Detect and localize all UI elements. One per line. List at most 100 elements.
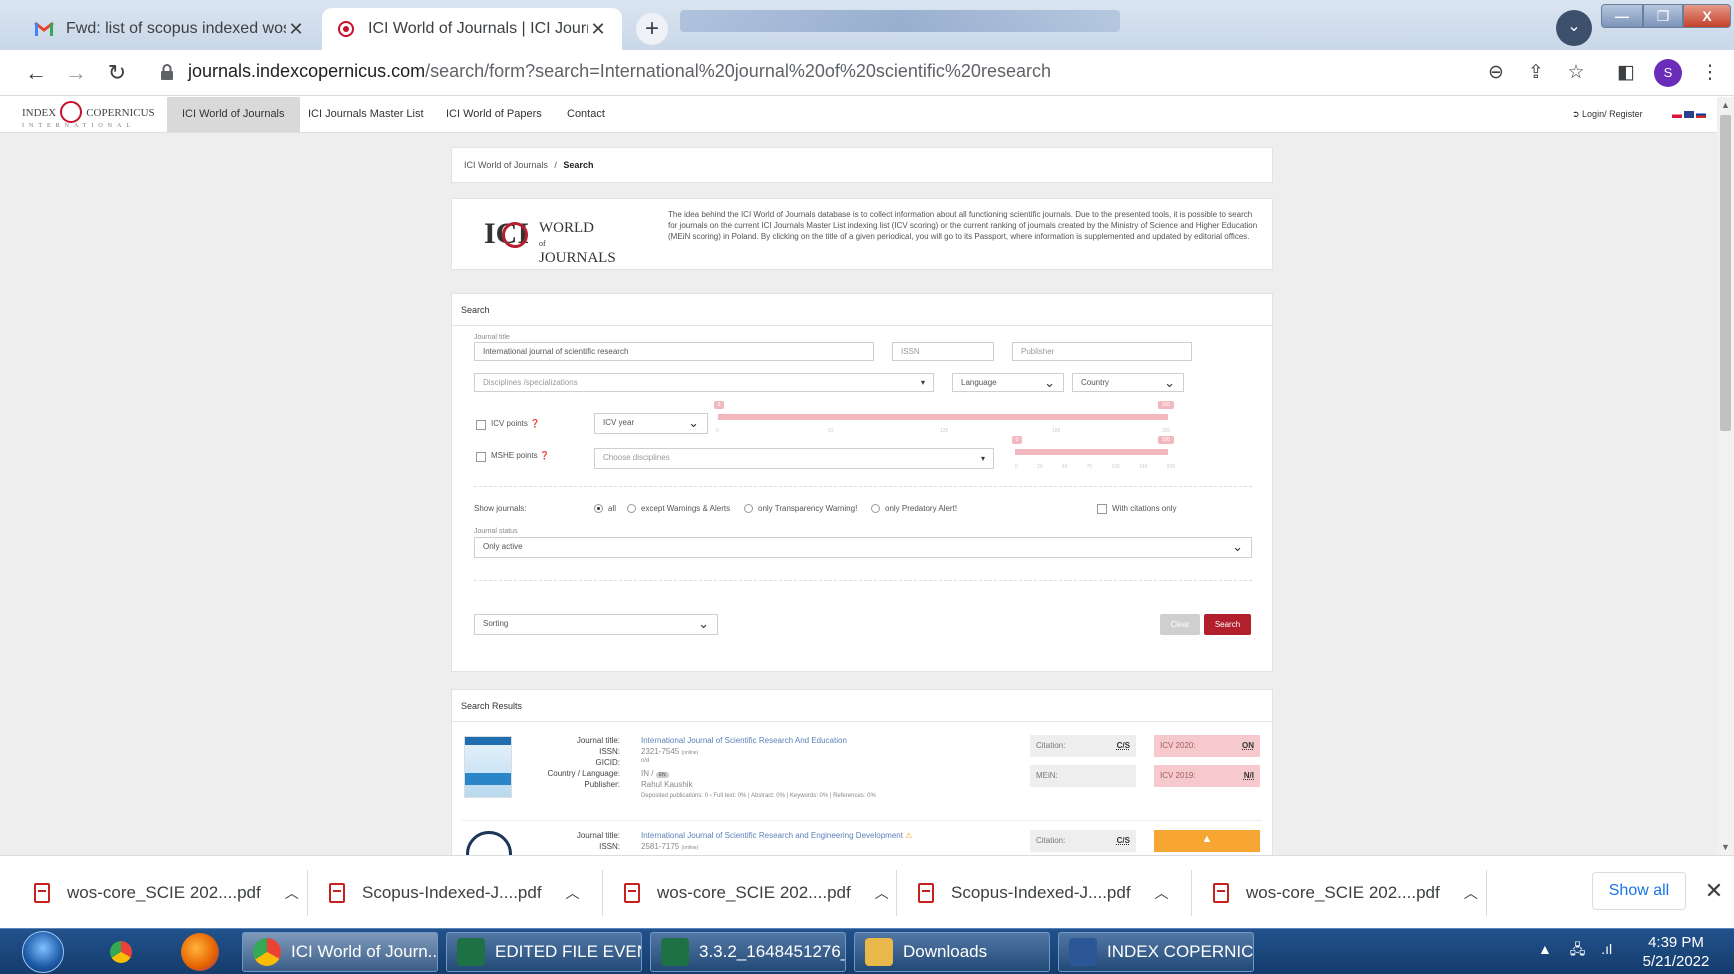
result-label: ISSN: bbox=[599, 747, 620, 756]
publisher-input[interactable]: Publisher bbox=[1012, 342, 1192, 361]
clear-button[interactable]: Clear bbox=[1160, 614, 1200, 635]
forward-icon[interactable]: → bbox=[62, 59, 90, 87]
icv-slider-min-handle[interactable]: 0 bbox=[714, 401, 724, 409]
language-flags[interactable] bbox=[1672, 111, 1708, 119]
taskbar-window-excel-1[interactable]: EDITED FILE EVEN... bbox=[446, 932, 642, 972]
signal-icon[interactable]: .ıl bbox=[1601, 941, 1612, 957]
mshe-points-slider[interactable] bbox=[1015, 449, 1168, 455]
disciplines-select[interactable]: Disciplines /specializations ▾ bbox=[474, 373, 934, 392]
download-item[interactable]: Scopus-Indexed-J....pdf ︿ bbox=[918, 878, 1169, 908]
taskbar-window-chrome[interactable]: ICI World of Journ... bbox=[242, 932, 438, 972]
windows-start-button[interactable] bbox=[22, 931, 64, 973]
chevron-up-icon[interactable]: ︿ bbox=[1155, 883, 1169, 903]
scroll-up-icon[interactable]: ▲ bbox=[1717, 97, 1734, 113]
language-select[interactable]: Language ⌄ bbox=[952, 373, 1064, 392]
journal-logo-image[interactable] bbox=[466, 831, 512, 855]
maximize-button[interactable]: ❐ bbox=[1643, 4, 1683, 28]
download-item[interactable]: wos-core_SCIE 202....pdf ︿ bbox=[624, 878, 889, 908]
issn-input[interactable]: ISSN bbox=[892, 342, 994, 361]
alert-badge[interactable]: ▲ bbox=[1154, 830, 1260, 852]
with-citations-checkbox[interactable] bbox=[1097, 504, 1107, 514]
site-navbar: INDEX COPERNICUS INTERNATIONAL ICI World … bbox=[0, 97, 1717, 133]
download-item[interactable]: wos-core_SCIE 202....pdf ︿ bbox=[34, 878, 299, 908]
mshe-points-checkbox[interactable] bbox=[476, 452, 486, 462]
close-window-button[interactable]: X bbox=[1683, 4, 1731, 28]
sorting-select[interactable]: Sorting ⌄ bbox=[474, 614, 718, 635]
only-predatory-radio[interactable] bbox=[871, 504, 880, 513]
search-button[interactable]: Search bbox=[1204, 614, 1251, 635]
scrollbar-thumb[interactable] bbox=[1720, 115, 1731, 431]
login-icon: ➲ bbox=[1572, 109, 1583, 119]
scroll-down-icon[interactable]: ▼ bbox=[1717, 839, 1734, 855]
nav-ici-world-of-journals[interactable]: ICI World of Journals bbox=[167, 97, 300, 132]
journal-title-label: Journal title bbox=[474, 334, 510, 341]
side-panel-icon[interactable]: ◧ bbox=[1614, 61, 1638, 85]
nav-ici-journals-master-list[interactable]: ICI Journals Master List bbox=[293, 97, 439, 132]
back-icon[interactable]: ← bbox=[22, 59, 50, 87]
tab-search-icon[interactable]: ⌄ bbox=[1556, 10, 1592, 46]
country-select[interactable]: Country ⌄ bbox=[1072, 373, 1184, 392]
publisher-value: Rahul Kaushik bbox=[641, 780, 693, 789]
new-tab-button[interactable]: + bbox=[636, 13, 668, 45]
flag-ru-icon[interactable] bbox=[1696, 111, 1706, 118]
profile-avatar[interactable]: S bbox=[1654, 59, 1682, 87]
zoom-icon[interactable]: ⊖ bbox=[1484, 61, 1508, 85]
journal-title-input[interactable]: International journal of scientific rese… bbox=[474, 342, 874, 361]
taskbar-window-downloads[interactable]: Downloads bbox=[854, 932, 1050, 972]
icv-slider-max-handle[interactable]: 200 bbox=[1158, 401, 1174, 409]
close-downloads-icon[interactable]: ✕ bbox=[1702, 876, 1726, 906]
mshe-slider-max-handle[interactable]: 200 bbox=[1158, 436, 1174, 444]
show-all-downloads-button[interactable]: Show all bbox=[1592, 872, 1686, 910]
bookmark-star-icon[interactable]: ☆ bbox=[1564, 61, 1588, 85]
tab-ici-world-of-journals[interactable]: ICI World of Journals | ICI Journal ✕ bbox=[322, 8, 622, 50]
taskbar-window-excel-2[interactable]: 3.3.2_1648451276_... bbox=[650, 932, 846, 972]
icv-points-slider[interactable] bbox=[718, 414, 1168, 420]
icv-points-checkbox[interactable] bbox=[476, 420, 486, 430]
firefox-icon[interactable] bbox=[181, 933, 219, 971]
menu-icon[interactable]: ⋮ bbox=[1698, 61, 1722, 85]
chevron-up-icon[interactable]: ︿ bbox=[566, 883, 580, 903]
except-warnings-radio[interactable] bbox=[627, 504, 636, 513]
chevron-up-icon[interactable]: ︿ bbox=[875, 883, 889, 903]
nav-ici-world-of-papers[interactable]: ICI World of Papers bbox=[431, 97, 557, 132]
page-scrollbar[interactable]: ▲ ▼ bbox=[1717, 97, 1734, 855]
share-icon[interactable]: ⇪ bbox=[1524, 61, 1548, 85]
mshe-slider-min-handle[interactable]: 0 bbox=[1012, 436, 1022, 444]
close-tab-icon[interactable]: ✕ bbox=[286, 19, 306, 40]
chrome-icon[interactable] bbox=[102, 933, 140, 971]
reload-icon[interactable]: ↻ bbox=[103, 59, 131, 87]
tab-gmail[interactable]: Fwd: list of scopus indexed wos a ✕ bbox=[20, 8, 320, 50]
citation-metric[interactable]: Citation: C/S bbox=[1030, 830, 1136, 852]
journal-status-select[interactable]: Only active ⌄ bbox=[474, 537, 1252, 558]
download-item[interactable]: wos-core_SCIE 202....pdf ︿ bbox=[1213, 878, 1478, 908]
show-all-radio[interactable] bbox=[594, 504, 603, 513]
only-transparency-radio[interactable] bbox=[744, 504, 753, 513]
nav-contact[interactable]: Contact bbox=[552, 97, 620, 132]
journal-title-link[interactable]: International Journal of Scientific Rese… bbox=[641, 736, 847, 745]
chevron-up-icon[interactable]: ︿ bbox=[1464, 883, 1478, 903]
flag-gb-icon[interactable] bbox=[1684, 111, 1694, 118]
icv-2019-metric[interactable]: ICV 2019: N/I bbox=[1154, 765, 1260, 787]
journal-cover-image[interactable] bbox=[464, 736, 512, 798]
icv-2020-metric[interactable]: ICV 2020: ON bbox=[1154, 735, 1260, 757]
citation-metric[interactable]: Citation: C/S bbox=[1030, 735, 1136, 757]
word-icon bbox=[1069, 938, 1097, 966]
ici-icon bbox=[336, 19, 356, 39]
close-tab-icon[interactable]: ✕ bbox=[588, 19, 608, 40]
pdf-icon bbox=[624, 883, 640, 903]
tray-expand-icon[interactable]: ▲ bbox=[1538, 941, 1552, 957]
flag-pl-icon[interactable] bbox=[1672, 111, 1682, 118]
taskbar-window-word[interactable]: INDEX COPERNIC... bbox=[1058, 932, 1254, 972]
choose-disciplines-select[interactable]: Choose disciplines ▾ bbox=[594, 448, 994, 469]
minimize-button[interactable]: — bbox=[1601, 4, 1643, 28]
index-copernicus-logo[interactable]: INDEX COPERNICUS INTERNATIONAL bbox=[22, 101, 158, 131]
chevron-up-icon[interactable]: ︿ bbox=[285, 883, 299, 903]
download-item[interactable]: Scopus-Indexed-J....pdf ︿ bbox=[329, 878, 580, 908]
journal-title-link[interactable]: International Journal of Scientific Rese… bbox=[641, 831, 912, 840]
login-register-link[interactable]: ➲ Login/ Register bbox=[1572, 109, 1643, 120]
breadcrumb-root[interactable]: ICI World of Journals bbox=[464, 160, 548, 170]
address-bar[interactable]: journals.indexcopernicus.com/search/form… bbox=[188, 61, 1051, 82]
system-clock[interactable]: 4:39 PM 5/21/2022 bbox=[1630, 933, 1722, 971]
icv-year-select[interactable]: ICV year ⌄ bbox=[594, 413, 708, 434]
network-icon[interactable]: 🖧 bbox=[1570, 941, 1586, 957]
